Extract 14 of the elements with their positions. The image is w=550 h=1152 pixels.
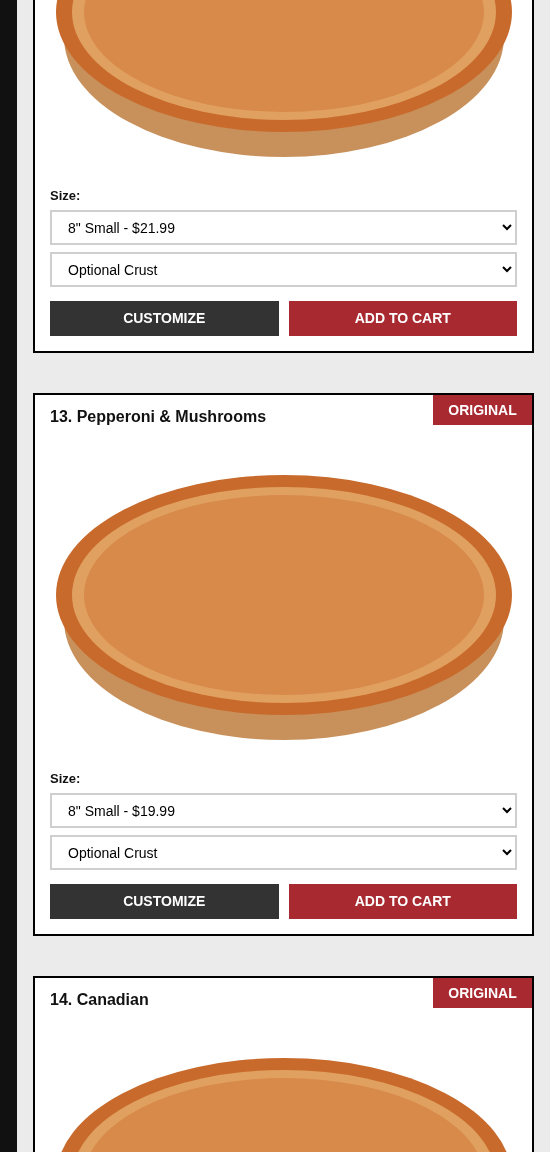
crust-select[interactable]: Optional Crust bbox=[50, 252, 517, 287]
customize-button[interactable]: CUSTOMIZE bbox=[50, 301, 279, 336]
add-to-cart-button[interactable]: ADD TO CART bbox=[288, 884, 517, 919]
size-label: Size: bbox=[50, 770, 82, 787]
product-title: 13. Pepperoni & Mushrooms bbox=[50, 407, 267, 427]
size-select[interactable]: 8" Small - $19.99 bbox=[50, 793, 517, 828]
product-title: 14. Canadian bbox=[50, 990, 149, 1010]
crust-select[interactable]: Optional Crust bbox=[50, 835, 517, 870]
original-badge: ORIGINAL bbox=[433, 978, 532, 1008]
size-select[interactable]: 8" Small - $21.99 bbox=[50, 210, 517, 245]
add-to-cart-button[interactable]: ADD TO CART bbox=[288, 301, 517, 336]
customize-button[interactable]: CUSTOMIZE bbox=[50, 884, 279, 919]
original-badge: ORIGINAL bbox=[433, 395, 532, 425]
size-label: Size: bbox=[50, 187, 82, 204]
